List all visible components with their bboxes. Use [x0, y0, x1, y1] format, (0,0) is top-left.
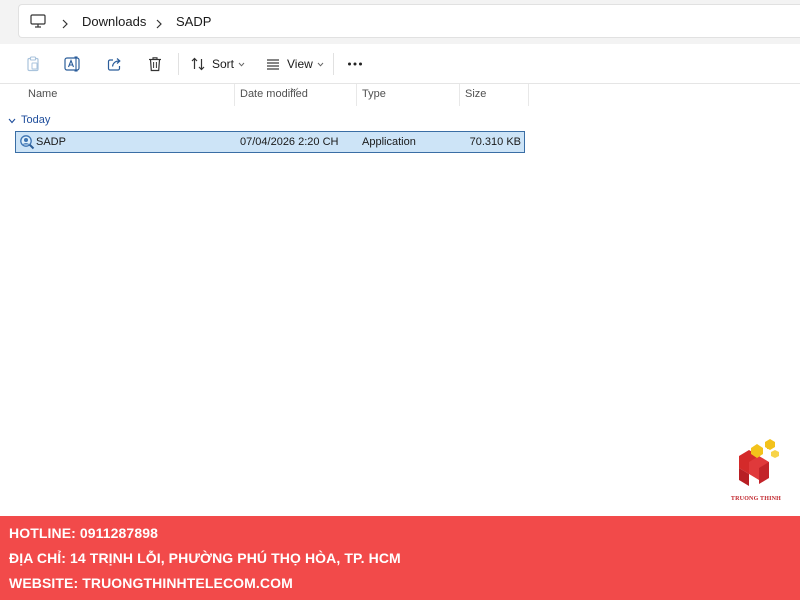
- column-header-size-label: Size: [465, 88, 487, 100]
- address-bar[interactable]: Downloads SADP: [18, 4, 800, 38]
- column-header-type-label: Type: [362, 88, 386, 100]
- paste-icon: [25, 56, 41, 72]
- column-header-type[interactable]: Type: [357, 84, 459, 106]
- sort-icon: [190, 56, 206, 72]
- sort-button[interactable]: Sort: [190, 53, 246, 75]
- banner-address: ĐỊA CHỈ: 14 TRỊNH LỖI, PHƯỜNG PHÚ THỌ HÒ…: [9, 550, 401, 566]
- banner-website: WEBSITE: TRUONGTHINHTELECOM.COM: [9, 575, 293, 591]
- group-label: Today: [21, 114, 51, 126]
- command-divider: [333, 53, 334, 75]
- file-type: Application: [362, 136, 416, 148]
- file-date-modified: 07/04/2026 2:20 CH: [240, 136, 339, 148]
- sort-label: Sort: [212, 57, 235, 71]
- this-pc-icon[interactable]: [30, 14, 46, 28]
- command-bar: Sort View: [0, 44, 800, 84]
- rename-button[interactable]: [62, 53, 84, 75]
- logo-wordmark: TRUONG THINH: [730, 496, 782, 502]
- breadcrumb-chevron-icon[interactable]: [155, 16, 163, 29]
- chevron-down-icon: [8, 111, 16, 129]
- column-header-date-modified[interactable]: Date modified: [235, 84, 356, 106]
- more-options-button[interactable]: [344, 53, 366, 75]
- file-row-sadp[interactable]: SADP 07/04/2026 2:20 CH Application 70.3…: [15, 131, 525, 153]
- share-icon: [107, 56, 123, 72]
- delete-icon: [148, 56, 162, 72]
- file-size: 70.310 KB: [469, 136, 521, 148]
- column-header-date-label: Date modified: [240, 88, 308, 100]
- banner-hotline: HOTLINE: 0911287898: [9, 525, 158, 541]
- address-bar-area: Downloads SADP: [0, 0, 800, 44]
- view-icon: [265, 56, 281, 72]
- delete-button[interactable]: [145, 53, 165, 75]
- chevron-down-icon: [238, 62, 245, 67]
- sadp-app-icon: [19, 134, 35, 150]
- column-header-size[interactable]: Size: [460, 84, 528, 106]
- breadcrumb-sadp[interactable]: SADP: [176, 14, 211, 29]
- group-header-today[interactable]: Today: [8, 112, 50, 128]
- chevron-down-icon: [317, 62, 324, 67]
- view-button[interactable]: View: [265, 53, 324, 75]
- file-name: SADP: [36, 136, 66, 148]
- command-divider: [178, 53, 179, 75]
- paste-button[interactable]: [22, 53, 44, 75]
- contact-banner: HOTLINE: 0911287898 ĐỊA CHỈ: 14 TRỊNH LỖ…: [0, 516, 800, 600]
- breadcrumb-downloads[interactable]: Downloads: [82, 14, 146, 29]
- more-icon: [347, 62, 363, 66]
- column-header-name-label: Name: [28, 88, 58, 100]
- column-header-name[interactable]: Name: [23, 84, 234, 106]
- rename-icon: [64, 56, 82, 72]
- view-label: View: [287, 57, 313, 71]
- column-resize-handle[interactable]: [528, 84, 529, 106]
- breadcrumb-chevron-icon[interactable]: [61, 16, 69, 29]
- share-button[interactable]: [104, 53, 126, 75]
